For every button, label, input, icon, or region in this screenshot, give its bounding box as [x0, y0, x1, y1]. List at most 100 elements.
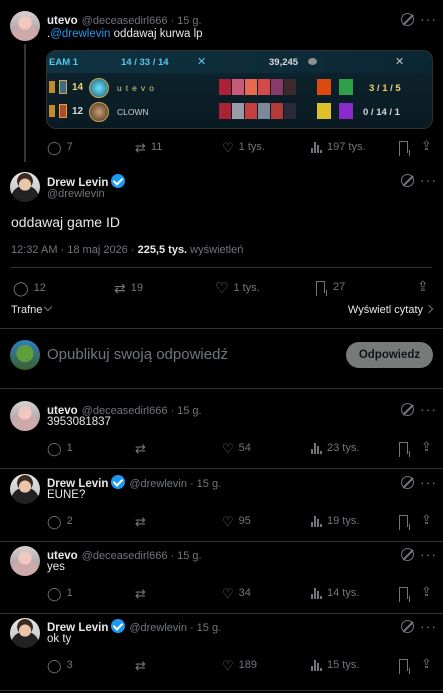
reply-icon: ◯	[47, 139, 62, 155]
team-header: EAM 1 14 / 33 / 14 ✕ 39,245 ✕	[47, 51, 432, 73]
more-icon[interactable]: ···	[420, 619, 437, 633]
more-icon[interactable]: ···	[420, 173, 437, 187]
author-handle[interactable]: @drewlevin	[129, 478, 187, 490]
views-icon	[311, 442, 322, 454]
reply-button[interactable]: ◯ 12	[13, 281, 46, 295]
bookmark-icon[interactable]	[399, 587, 408, 599]
share-icon[interactable]: ⇪	[417, 278, 429, 295]
like-icon: ♡	[222, 139, 234, 155]
views-button[interactable]: 23 tys.	[311, 442, 359, 454]
sort-dropdown[interactable]: Trafne	[11, 302, 53, 316]
author-handle[interactable]: @deceasedirl666	[82, 550, 168, 562]
share-icon[interactable]: ⇪	[421, 656, 432, 672]
author-handle[interactable]: @deceasedirl666	[82, 15, 168, 27]
more-icon[interactable]: ···	[420, 475, 437, 489]
grok-icon[interactable]	[401, 13, 414, 26]
grok-icon[interactable]	[401, 403, 414, 416]
reply-tweet[interactable]: utevo @deceasedirl666 · 15 g. ··· 3953081837 ◯…	[0, 396, 443, 469]
reply-icon: ◯	[47, 585, 62, 601]
like-button[interactable]: ♡ 1 tys.	[222, 141, 265, 154]
reply-tweet[interactable]: Drew Levin @drewlevin · 15 g. ··· EUNE? ◯ 2 ⇄ ♡ 95…	[0, 469, 443, 542]
grok-icon[interactable]	[401, 620, 414, 633]
like-icon: ♡	[222, 585, 234, 601]
verified-icon	[111, 619, 126, 633]
like-button[interactable]: ♡ 1 tys.	[215, 281, 260, 296]
more-icon[interactable]: ···	[420, 402, 437, 416]
like-icon: ♡	[222, 513, 234, 529]
share-icon[interactable]: ⇪	[421, 138, 432, 154]
player-row: 14 utevo 3 / 1 / 5	[47, 77, 432, 99]
tweet-text: EUNE?	[47, 489, 86, 501]
views-icon	[311, 141, 322, 153]
reply-button[interactable]: Odpowiedz	[346, 342, 433, 368]
reply-button[interactable]: ◯ 1	[47, 587, 73, 600]
views-icon	[311, 515, 322, 527]
repost-button[interactable]: ⇄	[135, 515, 146, 528]
bookmark-icon[interactable]	[399, 442, 408, 454]
bookmark-button[interactable]: 27	[316, 281, 345, 293]
repost-button[interactable]: ⇄	[135, 587, 146, 600]
chevron-down-icon	[44, 302, 53, 312]
tweet-meta: 12:32 AM · 18 maj 2026 · 225,5 tys. wyśw…	[11, 244, 244, 256]
author-handle[interactable]: @drewlevin	[47, 188, 105, 200]
like-button[interactable]: ♡ 54	[222, 442, 251, 455]
grok-icon[interactable]	[401, 548, 414, 561]
tweet-time[interactable]: 15 g.	[177, 550, 201, 562]
bookmark-icon[interactable]	[399, 515, 408, 527]
avatar[interactable]	[10, 11, 40, 41]
views-button[interactable]: 19 tys.	[311, 515, 359, 527]
views-icon	[311, 587, 322, 599]
views-button[interactable]: 14 tys.	[311, 587, 359, 599]
share-icon[interactable]: ⇪	[421, 512, 432, 528]
reply-tweet[interactable]: Drew Levin @drewlevin · 15 g. ··· ok ty ◯ 3 ⇄ ♡ 18…	[0, 613, 443, 691]
reply-button[interactable]: ◯ 3	[47, 659, 73, 672]
share-icon[interactable]: ⇪	[421, 584, 432, 600]
more-icon[interactable]: ···	[420, 547, 437, 561]
repost-icon: ⇄	[135, 513, 146, 529]
like-button[interactable]: ♡ 189	[222, 659, 257, 672]
repost-button[interactable]: ⇄ 11	[135, 141, 162, 154]
tweet-text: oddawaj game ID	[11, 214, 120, 230]
repost-button[interactable]: ⇄ 19	[114, 281, 143, 295]
author-name[interactable]: utevo	[47, 15, 78, 27]
reply-tweet[interactable]: utevo @deceasedirl666 · 15 g. ··· yes ◯ 1 ⇄ ♡ 34 14…	[0, 541, 443, 614]
views-button[interactable]: 15 tys.	[311, 659, 359, 671]
reply-button[interactable]: ◯ 7	[47, 141, 73, 154]
mention-link[interactable]: @drewlevin	[50, 28, 110, 40]
grok-icon[interactable]	[401, 174, 414, 187]
tweet-actions: ◯ 7 ⇄ 11 ♡ 1 tys. 197 tys. ⇪	[47, 138, 437, 154]
tweet-time[interactable]: 15 g.	[177, 15, 201, 27]
reply-button[interactable]: ◯ 2	[47, 515, 73, 528]
share-icon[interactable]: ⇪	[421, 439, 432, 455]
more-icon[interactable]: ···	[420, 12, 437, 26]
views-button[interactable]: 197 tys.	[311, 141, 366, 153]
player-row: 12 CLOWN 0 / 14 / 1	[47, 101, 432, 123]
avatar[interactable]	[10, 401, 40, 431]
avatar[interactable]	[10, 546, 40, 576]
tweet-text: 3953081837	[47, 416, 111, 428]
tweet-text: ok ty	[47, 633, 72, 645]
reply-icon: ◯	[47, 657, 62, 673]
avatar[interactable]	[10, 618, 40, 648]
repost-button[interactable]: ⇄	[135, 659, 146, 672]
tweet-time[interactable]: 15 g.	[197, 478, 221, 490]
repost-button[interactable]: ⇄	[135, 442, 146, 455]
bookmark-icon[interactable]	[399, 141, 408, 153]
tweet-time[interactable]: 15 g.	[197, 622, 221, 634]
view-quotes-link[interactable]: Wyświetl cytaty	[348, 304, 434, 316]
bookmark-icon[interactable]	[399, 659, 408, 671]
author-handle[interactable]: @drewlevin	[129, 622, 187, 634]
avatar	[10, 340, 40, 370]
tweet-time[interactable]: 15 g.	[177, 405, 201, 417]
reply-button[interactable]: ◯ 1	[47, 442, 73, 455]
grok-icon[interactable]	[401, 476, 414, 489]
repost-icon: ⇄	[114, 280, 126, 296]
tweet-timestamp[interactable]: 12:32 AM · 18 maj 2026 ·	[11, 244, 138, 256]
avatar[interactable]	[10, 474, 40, 504]
reply-input[interactable]: Opublikuj swoją odpowiedź	[47, 346, 228, 363]
game-screenshot[interactable]: EAM 1 14 / 33 / 14 ✕ 39,245 ✕ 14 utevo 3…	[46, 50, 433, 129]
parent-tweet[interactable]: utevo @deceasedirl666 · 15 g. ··· .@drewlev…	[0, 0, 443, 162]
avatar[interactable]	[10, 172, 40, 202]
like-button[interactable]: ♡ 95	[222, 515, 251, 528]
like-button[interactable]: ♡ 34	[222, 587, 251, 600]
